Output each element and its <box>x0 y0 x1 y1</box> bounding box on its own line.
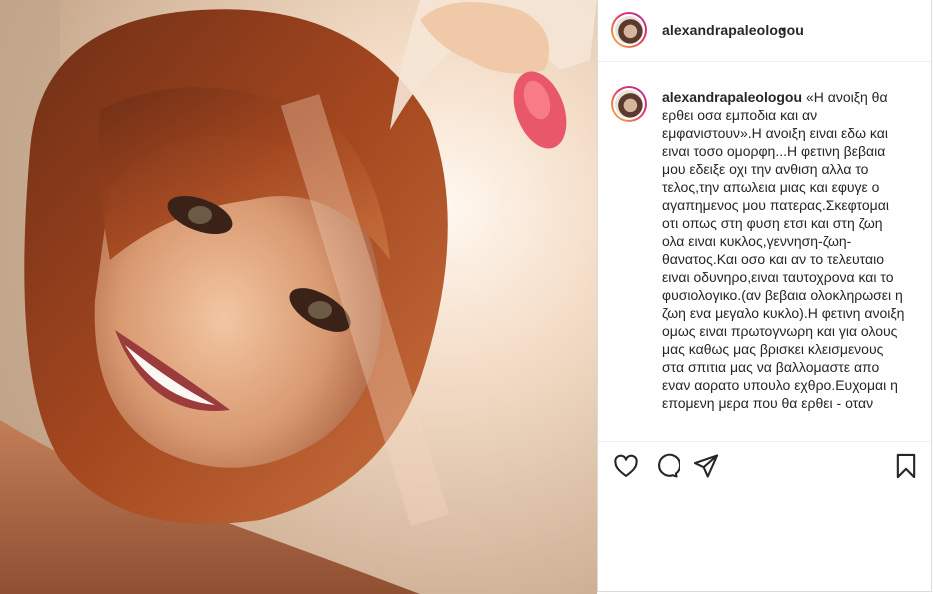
comments-section[interactable]: alexandrapaleologou «Η ανοιξη θα ερθει ο… <box>598 62 931 442</box>
post-photo[interactable] <box>0 0 597 594</box>
avatar[interactable] <box>611 12 647 48</box>
post-side-panel: alexandrapaleologou • alexandrapaleologo… <box>597 0 932 592</box>
caption-username[interactable]: alexandrapaleologou <box>662 89 802 105</box>
bookmark-icon[interactable] <box>892 452 920 480</box>
action-bar <box>598 448 931 488</box>
post-header: alexandrapaleologou • <box>598 0 931 62</box>
selfie-image <box>0 0 597 594</box>
like-icon[interactable] <box>612 452 640 480</box>
header-separator: • <box>781 21 786 37</box>
caption-text: «Η ανοιξη θα ερθει οσα εμποδια και αν εμ… <box>662 89 909 411</box>
caption-avatar[interactable] <box>611 86 647 122</box>
post-caption: alexandrapaleologou «Η ανοιξη θα ερθει ο… <box>662 88 905 412</box>
share-icon[interactable] <box>692 452 720 480</box>
post-footer <box>598 492 931 592</box>
comment-icon[interactable] <box>652 452 680 480</box>
